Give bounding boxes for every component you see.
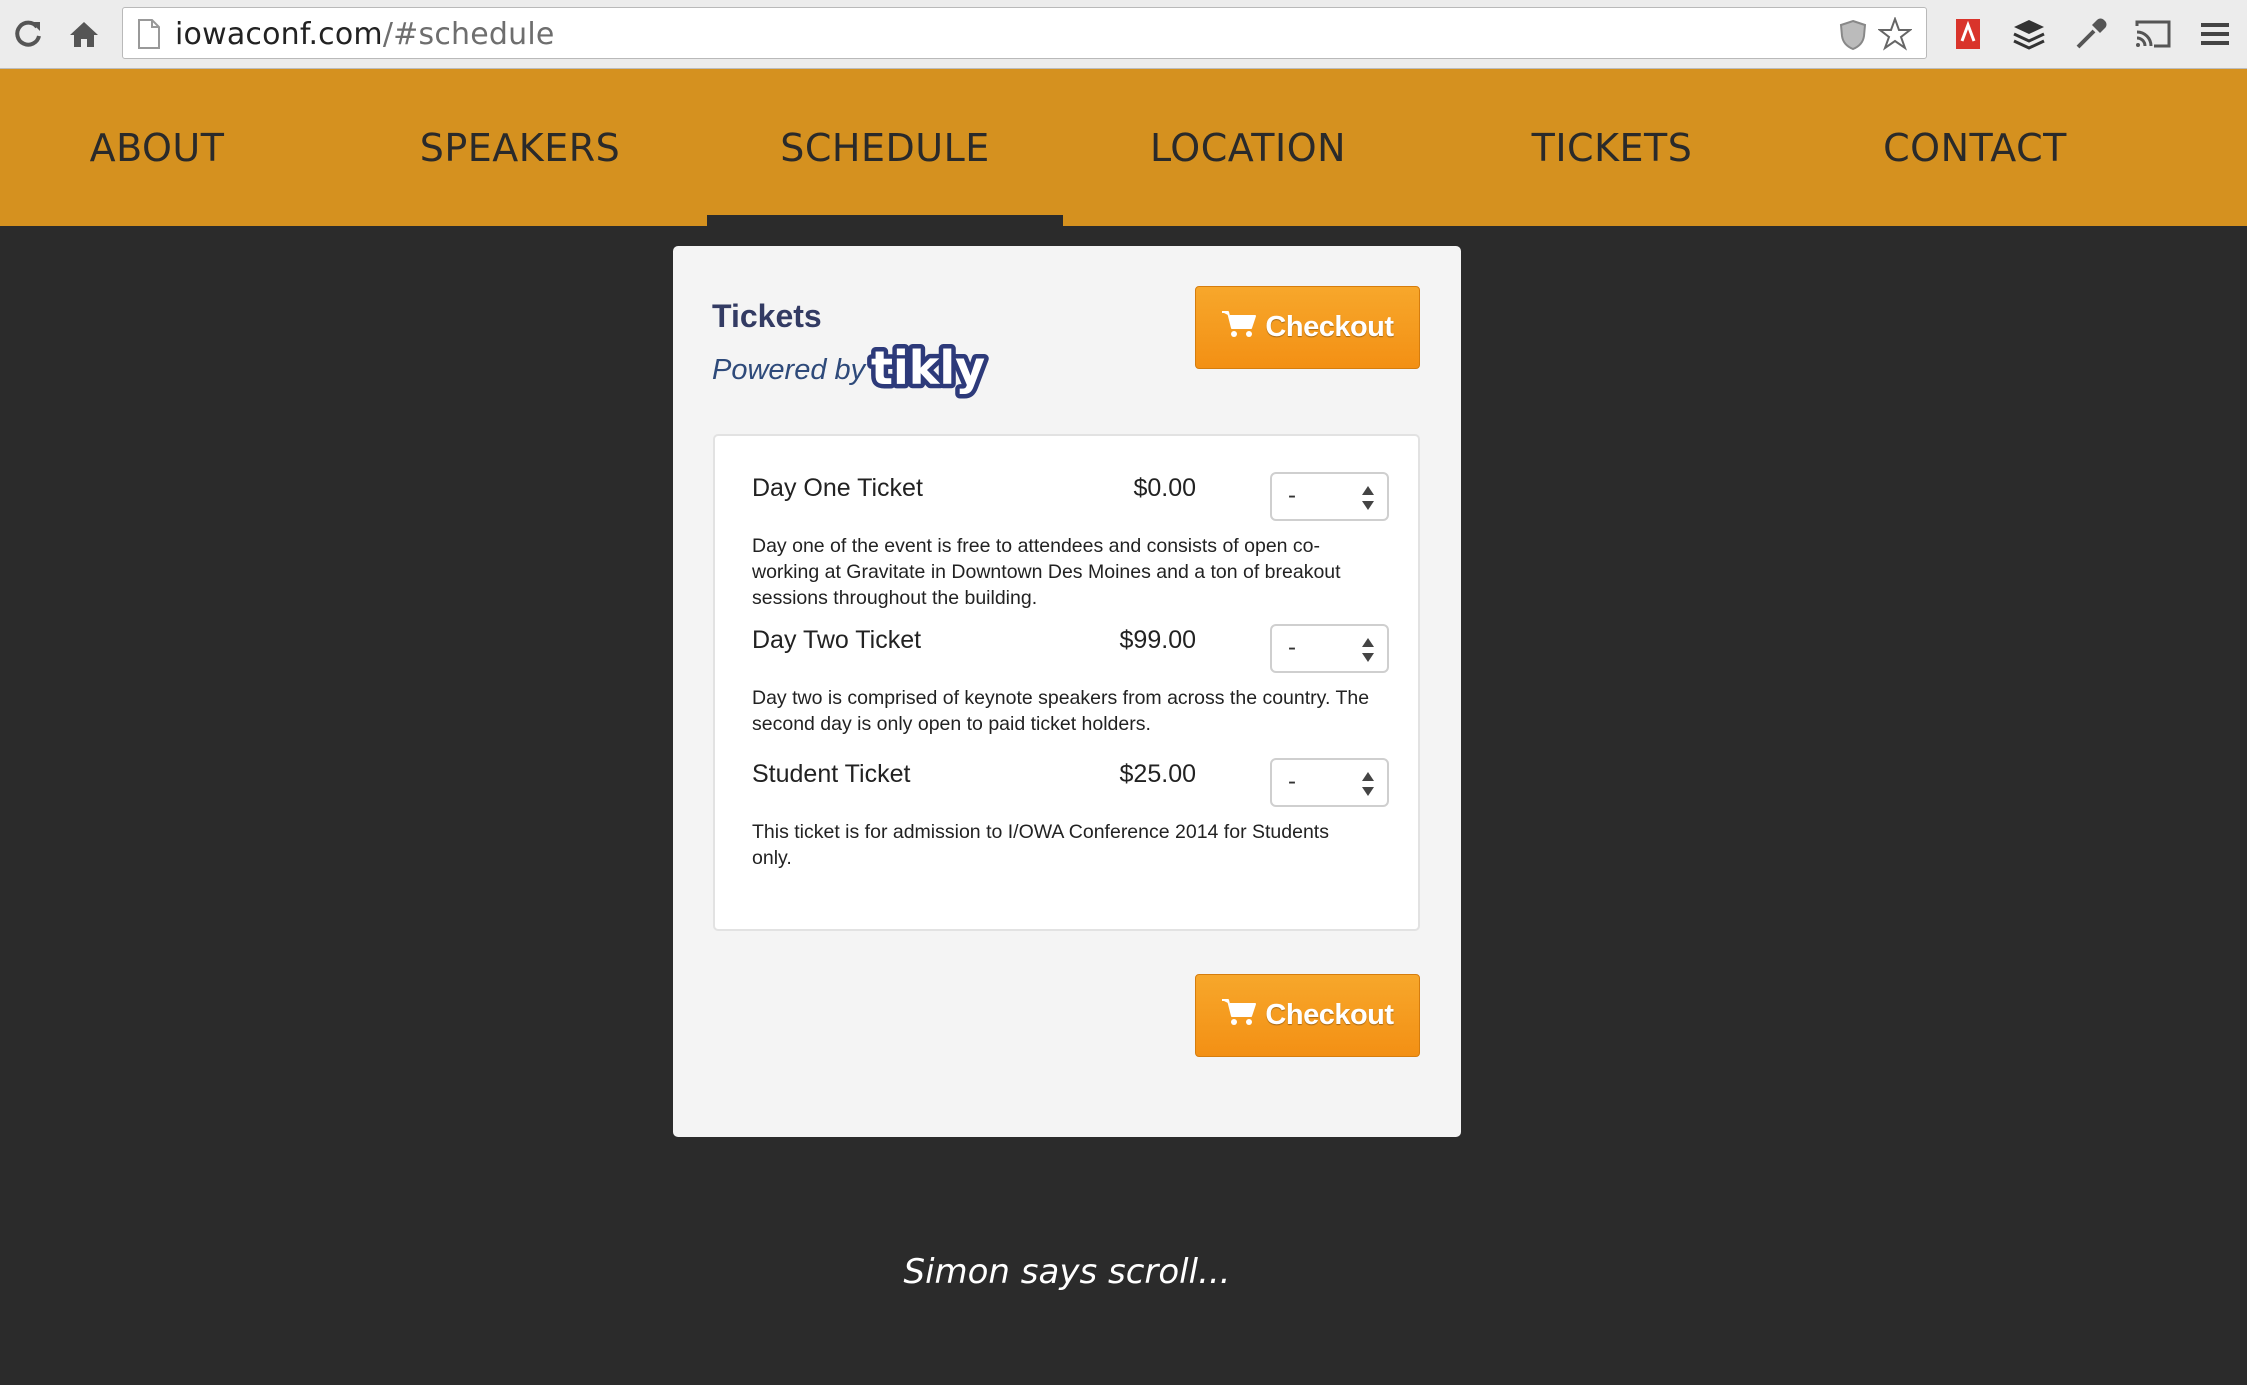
ticket-price: $99.00 <box>1119 626 1196 654</box>
ticket-description: This ticket is for admission to I/OWA Co… <box>752 821 1329 869</box>
ticket-price: $25.00 <box>1119 760 1196 788</box>
ticket-description: Day one of the event is free to attendee… <box>752 535 1341 609</box>
nav-location[interactable]: LOCATION <box>1070 69 1426 226</box>
nav-contact[interactable]: CONTACT <box>1797 69 2153 226</box>
ticket-list: Day One Ticket $0.00 - Day one of the ev… <box>713 434 1420 931</box>
ticket-name: Day One Ticket <box>752 474 923 502</box>
address-bar[interactable]: iowaconf.com/#schedule <box>122 7 1927 59</box>
ticket-name: Day Two Ticket <box>752 626 922 654</box>
select-arrows-icon <box>1361 771 1375 802</box>
checkout-label: Checkout <box>1265 999 1394 1031</box>
url-text: iowaconf.com/#schedule <box>175 17 555 52</box>
dropper-icon[interactable] <box>2069 12 2113 56</box>
select-arrows-icon <box>1361 485 1375 516</box>
scroll-hint: Simon says scroll... <box>903 1252 1231 1292</box>
tickets-widget: Tickets Powered by tikly tikly Checkout … <box>673 246 1461 1137</box>
ticket-name: Student Ticket <box>752 760 911 788</box>
ticket-description: Day two is comprised of keynote speakers… <box>752 687 1370 735</box>
checkout-button-top[interactable]: Checkout <box>1195 286 1420 369</box>
nav-tickets[interactable]: TICKETS <box>1434 69 1790 226</box>
cast-icon[interactable] <box>2131 12 2175 56</box>
powered-by-label: Powered by <box>712 354 866 386</box>
browser-toolbar: iowaconf.com/#schedule <box>0 0 2247 69</box>
pdf-extension-icon[interactable] <box>1946 12 1990 56</box>
cart-icon <box>1221 997 1257 1035</box>
select-arrows-icon <box>1361 637 1375 668</box>
menu-icon[interactable] <box>2193 12 2237 56</box>
checkout-button-bottom[interactable]: Checkout <box>1195 974 1420 1057</box>
svg-text:tikly: tikly <box>871 341 985 395</box>
active-tab-indicator <box>707 215 1063 226</box>
quantity-select[interactable]: - <box>1270 624 1389 673</box>
nav-about[interactable]: ABOUT <box>0 69 314 226</box>
tikly-logo[interactable]: tikly tikly <box>867 337 991 407</box>
nav-speakers[interactable]: SPEAKERS <box>343 69 697 226</box>
buffer-layers-icon[interactable] <box>2007 12 2051 56</box>
quantity-select[interactable]: - <box>1270 472 1389 521</box>
ticket-price: $0.00 <box>1133 474 1196 502</box>
home-icon[interactable] <box>62 12 106 56</box>
site-navigation: ABOUT SPEAKERS SCHEDULE LOCATION TICKETS… <box>0 69 2247 226</box>
quantity-select[interactable]: - <box>1270 758 1389 807</box>
page-icon <box>137 19 161 54</box>
cart-icon <box>1221 309 1257 347</box>
checkout-label: Checkout <box>1265 311 1394 343</box>
nav-schedule[interactable]: SCHEDULE <box>707 69 1063 226</box>
quantity-value: - <box>1288 634 1296 661</box>
tickets-title: Tickets <box>712 298 822 334</box>
quantity-value: - <box>1288 768 1296 795</box>
shield-icon[interactable] <box>1838 19 1868 56</box>
reload-icon[interactable] <box>6 12 50 56</box>
quantity-value: - <box>1288 482 1296 509</box>
bookmark-star-icon[interactable] <box>1877 16 1913 56</box>
